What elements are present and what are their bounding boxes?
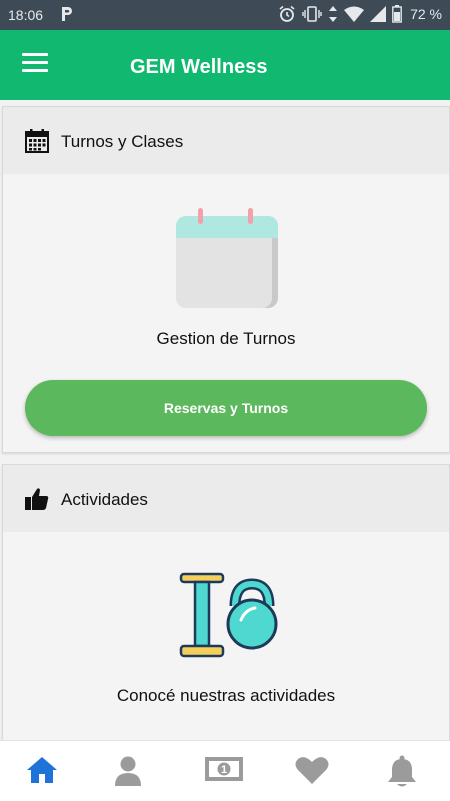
calendar-illustration bbox=[176, 208, 278, 308]
status-icons: 72 % bbox=[278, 5, 442, 23]
nav-home[interactable] bbox=[24, 755, 60, 789]
turnos-card: Turnos y Clases Gestion de Turnos Reserv… bbox=[2, 106, 450, 453]
heart-icon bbox=[295, 757, 329, 784]
svg-text:1: 1 bbox=[221, 764, 227, 776]
actividades-card: Actividades Conocé nuestras actividades bbox=[2, 464, 450, 740]
card-title-turnos: Turnos y Clases bbox=[61, 132, 184, 151]
wifi-icon bbox=[344, 6, 365, 22]
data-arrows-icon bbox=[329, 6, 338, 22]
battery-percent: 72 % bbox=[410, 6, 442, 22]
nav-favorites[interactable] bbox=[294, 755, 330, 789]
gestion-turnos-label: Gestion de Turnos bbox=[156, 329, 296, 348]
signal-icon bbox=[370, 6, 387, 22]
nav-profile[interactable] bbox=[110, 755, 146, 789]
nav-notifications[interactable] bbox=[384, 755, 420, 789]
status-bar: 18:06 72 % bbox=[0, 0, 450, 30]
main-content[interactable]: Turnos y Clases Gestion de Turnos Reserv… bbox=[0, 100, 450, 740]
bottom-navigation: 1 bbox=[0, 740, 450, 801]
card-header: Turnos y Clases bbox=[3, 107, 449, 174]
actividades-label: Conocé nuestras actividades bbox=[116, 686, 336, 705]
app-title: GEM Wellness bbox=[130, 56, 268, 78]
battery-icon bbox=[392, 5, 402, 23]
app-bar: GEM Wellness bbox=[0, 30, 450, 100]
dumbbell-kettlebell-illustration bbox=[179, 572, 278, 658]
nav-payments[interactable]: 1 bbox=[203, 755, 245, 789]
reservas-turnos-button[interactable]: Reservas y Turnos bbox=[25, 380, 427, 436]
money-icon: 1 bbox=[205, 757, 243, 781]
alarm-icon bbox=[279, 5, 295, 22]
thumbs-up-icon bbox=[25, 488, 49, 510]
hamburger-menu-icon[interactable] bbox=[22, 53, 48, 75]
home-icon bbox=[27, 757, 57, 783]
card-title-actividades: Actividades bbox=[61, 490, 148, 509]
vibrate-icon bbox=[302, 6, 322, 22]
user-icon bbox=[115, 756, 141, 786]
parking-app-icon bbox=[62, 7, 72, 21]
card-header: Actividades bbox=[3, 465, 449, 532]
status-time: 18:06 bbox=[8, 7, 44, 23]
calendar-icon bbox=[25, 129, 49, 153]
bell-icon bbox=[388, 755, 416, 787]
